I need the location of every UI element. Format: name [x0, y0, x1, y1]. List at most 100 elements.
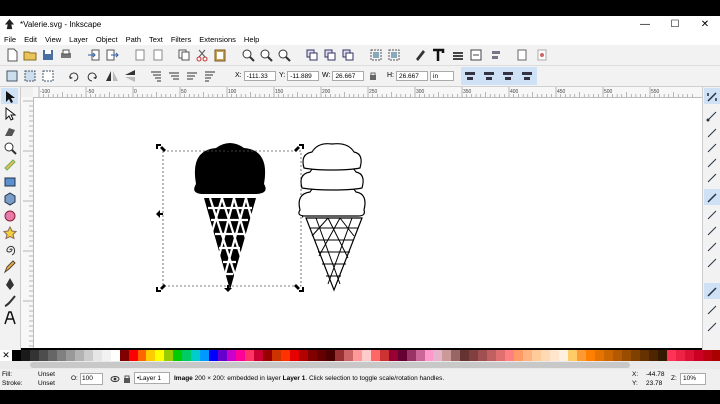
color-swatch[interactable] — [65, 350, 75, 361]
text-tool-icon[interactable] — [3, 311, 17, 325]
rotate-cw-icon[interactable] — [85, 69, 99, 83]
unit-select[interactable]: in — [430, 70, 454, 81]
copy-icon[interactable] — [177, 48, 191, 62]
color-swatch[interactable] — [263, 350, 273, 361]
import-icon[interactable] — [87, 48, 101, 62]
fill-value[interactable]: Unset — [38, 371, 55, 378]
menu-file[interactable]: File — [0, 35, 20, 44]
ungroup-icon[interactable] — [387, 48, 401, 62]
color-swatch[interactable] — [38, 350, 48, 361]
color-swatch[interactable] — [20, 350, 30, 361]
color-swatch[interactable] — [182, 350, 192, 361]
menu-object[interactable]: Object — [92, 35, 122, 44]
stroke-value[interactable]: Unset — [38, 380, 55, 387]
color-swatch[interactable] — [110, 350, 120, 361]
zoom-drawing-icon[interactable] — [259, 48, 273, 62]
color-swatch[interactable] — [603, 350, 613, 361]
color-swatch[interactable] — [469, 350, 479, 361]
deselect-icon[interactable] — [41, 69, 55, 83]
color-swatch[interactable] — [451, 350, 461, 361]
close-button[interactable]: ✕ — [690, 16, 720, 33]
group-icon[interactable] — [369, 48, 383, 62]
minimize-button[interactable]: — — [630, 16, 660, 33]
opacity-input[interactable]: 100 — [80, 373, 103, 385]
color-swatch[interactable] — [478, 350, 488, 361]
xml-editor-icon[interactable] — [469, 48, 483, 62]
color-swatch[interactable] — [621, 350, 631, 361]
pen-tool-icon[interactable] — [3, 277, 17, 291]
zoom-input[interactable]: 10% — [680, 373, 706, 385]
color-swatch[interactable] — [334, 350, 344, 361]
layers-icon[interactable] — [451, 48, 465, 62]
color-swatch[interactable] — [702, 350, 712, 361]
align-distribute-icon[interactable] — [489, 48, 503, 62]
color-swatch[interactable] — [83, 350, 93, 361]
zoom-tool-icon[interactable] — [3, 141, 17, 155]
clone-icon[interactable] — [323, 48, 337, 62]
menu-edit[interactable]: Edit — [20, 35, 41, 44]
color-swatch[interactable] — [236, 350, 246, 361]
lower-icon[interactable] — [185, 69, 199, 83]
color-swatch[interactable] — [612, 350, 622, 361]
color-swatch[interactable] — [433, 350, 443, 361]
color-swatch[interactable] — [361, 350, 371, 361]
color-swatch[interactable] — [298, 350, 308, 361]
color-swatch[interactable] — [155, 350, 165, 361]
export-icon[interactable] — [105, 48, 119, 62]
w-input[interactable]: 26.667 — [332, 70, 365, 81]
open-folder-icon[interactable] — [23, 48, 37, 62]
color-swatch[interactable] — [316, 350, 326, 361]
color-swatch[interactable] — [568, 350, 577, 361]
calligraphy-tool-icon[interactable] — [3, 294, 17, 308]
color-swatch[interactable] — [442, 350, 452, 361]
color-swatch[interactable] — [227, 350, 237, 361]
color-swatch[interactable] — [630, 350, 640, 361]
color-swatch[interactable] — [370, 350, 380, 361]
color-swatch[interactable] — [56, 350, 66, 361]
menu-help[interactable]: Help — [240, 35, 263, 44]
zoom-page-icon[interactable] — [277, 48, 291, 62]
color-swatch[interactable] — [648, 350, 658, 361]
color-swatch[interactable] — [406, 350, 416, 361]
lock-proportions-icon[interactable] — [368, 71, 378, 81]
snap-intersections-icon[interactable] — [705, 224, 719, 238]
flip-horizontal-icon[interactable] — [105, 69, 119, 83]
scale-stroke-icon[interactable] — [463, 69, 477, 83]
raise-icon[interactable] — [167, 69, 181, 83]
snap-center-icon[interactable] — [705, 303, 719, 317]
color-swatch[interactable] — [173, 350, 183, 361]
color-swatch[interactable] — [594, 350, 604, 361]
color-swatch[interactable] — [460, 350, 470, 361]
menu-path[interactable]: Path — [122, 35, 145, 44]
duplicate-icon[interactable] — [305, 48, 319, 62]
color-swatch[interactable] — [514, 350, 524, 361]
color-swatch[interactable] — [164, 350, 174, 361]
snap-cusp-icon[interactable] — [705, 240, 719, 254]
color-swatch[interactable] — [379, 350, 389, 361]
color-swatch[interactable] — [101, 350, 111, 361]
snap-smooth-icon[interactable] — [705, 256, 719, 270]
layer-lock-icon[interactable] — [122, 374, 132, 384]
color-swatch[interactable] — [541, 350, 551, 361]
snap-others-icon[interactable] — [705, 285, 719, 299]
color-swatch[interactable] — [47, 350, 57, 361]
scale-corners-icon[interactable] — [482, 69, 496, 83]
horizontal-ruler[interactable]: -100 -50 0 50 100 150 200 250 300 350 400 450 500 550 — [33, 87, 702, 98]
h-input[interactable]: 26.667 — [396, 70, 428, 81]
ice-cream-outline[interactable] — [298, 143, 366, 292]
color-swatch[interactable] — [675, 350, 685, 361]
3d-box-tool-icon[interactable] — [3, 192, 17, 206]
ellipse-tool-icon[interactable] — [3, 209, 17, 223]
drawing-canvas[interactable] — [34, 98, 702, 348]
color-swatch[interactable] — [11, 350, 21, 361]
menu-layer[interactable]: Layer — [65, 35, 92, 44]
color-swatch[interactable] — [684, 350, 694, 361]
ice-cream-image-filled[interactable] — [194, 143, 266, 290]
color-swatch[interactable] — [585, 350, 595, 361]
color-swatch[interactable] — [200, 350, 210, 361]
color-swatch[interactable] — [576, 350, 586, 361]
color-swatch[interactable] — [505, 350, 515, 361]
spiral-tool-icon[interactable] — [3, 243, 17, 257]
snap-bbox-edge-icon[interactable] — [705, 126, 719, 140]
color-swatch[interactable] — [415, 350, 425, 361]
